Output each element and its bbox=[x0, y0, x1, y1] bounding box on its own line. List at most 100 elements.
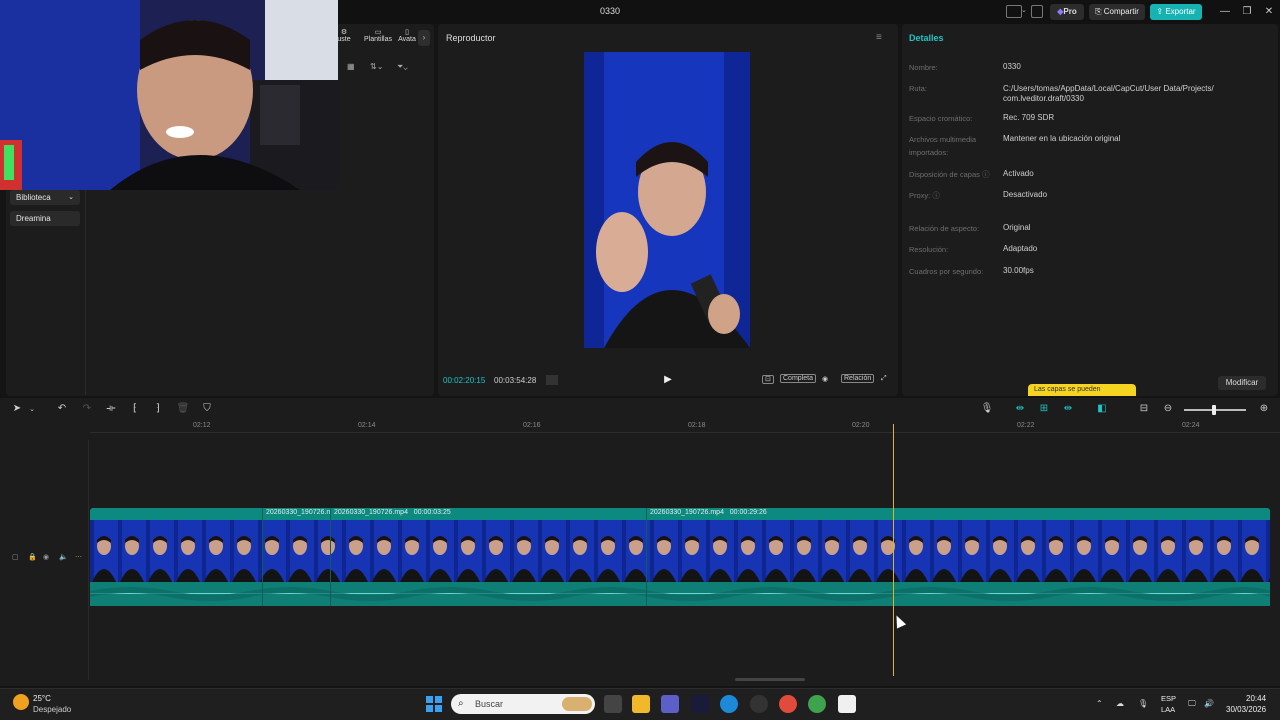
chrome-icon[interactable] bbox=[808, 695, 826, 713]
window-title: 0330 bbox=[599, 6, 621, 16]
snap-icon[interactable]: ⇹ bbox=[1061, 403, 1075, 414]
language-code[interactable]: ESP bbox=[1161, 694, 1176, 703]
chevron-up-icon[interactable]: ⌃ bbox=[1096, 699, 1103, 708]
weather-description[interactable]: Despejado bbox=[33, 705, 71, 714]
sort-icon[interactable]: ⇅⌄ bbox=[370, 62, 383, 71]
shortcuts-icon[interactable] bbox=[1031, 5, 1043, 18]
more-icon[interactable]: ⋯ bbox=[75, 553, 82, 561]
crop-icon[interactable]: ⊡ bbox=[762, 375, 774, 384]
cloud-icon[interactable]: ☁ bbox=[1116, 699, 1124, 708]
details-panel bbox=[902, 24, 1278, 396]
webcam-image bbox=[0, 0, 338, 190]
detail-label: Proxy: ⓘ bbox=[909, 191, 940, 200]
nav-item-biblioteca[interactable]: Biblioteca ⌄ bbox=[10, 190, 80, 205]
share-icon: ⎘ bbox=[1095, 7, 1104, 16]
horizontal-scrollbar[interactable] bbox=[735, 678, 805, 681]
close-icon[interactable]: ✕ bbox=[1262, 5, 1276, 19]
tab-avatares[interactable]: ▯ Avata bbox=[397, 28, 417, 43]
audio-waveform bbox=[89, 582, 1272, 606]
chevron-down-icon[interactable]: ⌄ bbox=[1021, 6, 1027, 14]
preview-axis-icon[interactable]: ◧ bbox=[1095, 403, 1109, 414]
clip-boundary[interactable] bbox=[330, 508, 331, 606]
shield-icon[interactable]: ⛉ bbox=[200, 403, 214, 414]
select-tool-icon[interactable]: ➤ bbox=[10, 403, 24, 414]
audio-icon[interactable]: 🔈 bbox=[59, 553, 68, 561]
modify-button[interactable]: Modificar bbox=[1218, 376, 1266, 390]
layers-hint-tooltip: Las capas se pueden bbox=[1028, 384, 1136, 396]
nav-item-dreamina[interactable]: Dreamina bbox=[10, 211, 80, 226]
screenshot-icon[interactable]: ◉ bbox=[822, 375, 828, 383]
clock-time[interactable]: 20:44 bbox=[1246, 694, 1266, 703]
eye-icon[interactable]: ◉ bbox=[43, 553, 49, 561]
clip-thumbnails[interactable] bbox=[90, 520, 1270, 582]
link-icon[interactable]: ⇹ bbox=[1013, 403, 1027, 414]
detail-value: Adaptado bbox=[1003, 244, 1038, 253]
template-icon: ▭ bbox=[374, 29, 382, 36]
share-button[interactable]: ⎘ Compartir bbox=[1089, 4, 1145, 20]
task-view-icon[interactable] bbox=[604, 695, 622, 713]
caption-icon[interactable]: ⊟ bbox=[1137, 403, 1151, 414]
zoom-in-icon[interactable]: ⊕ bbox=[1257, 403, 1271, 414]
keyboard-layout[interactable]: LAA bbox=[1161, 705, 1175, 714]
microphone-icon[interactable]: 🎙 bbox=[1138, 699, 1148, 708]
playhead[interactable] bbox=[893, 424, 894, 676]
windows-start-icon[interactable] bbox=[425, 695, 443, 713]
detail-label: Espacio cromático: bbox=[909, 114, 973, 123]
app-icon[interactable] bbox=[750, 695, 768, 713]
clip-label: 20260330_190726.mp4 00:00:29:26 bbox=[650, 509, 767, 516]
monitor-icon[interactable]: 🖵 bbox=[1188, 699, 1196, 709]
detail-value: Activado bbox=[1003, 169, 1034, 178]
volume-icon[interactable]: 🔊 bbox=[1204, 699, 1214, 708]
clock-date[interactable]: 30/03/2026 bbox=[1226, 705, 1266, 714]
trim-left-icon[interactable]: ⁅ bbox=[128, 403, 142, 414]
file-explorer-icon[interactable] bbox=[632, 695, 650, 713]
chrome-icon[interactable] bbox=[779, 695, 797, 713]
full-quality-button[interactable]: Completa bbox=[780, 374, 816, 383]
minimize-icon[interactable]: — bbox=[1218, 5, 1232, 19]
microphone-icon[interactable]: 🎙 bbox=[980, 403, 994, 414]
delete-icon[interactable]: 🗑 bbox=[176, 403, 190, 414]
grid-view-icon[interactable]: ▦ bbox=[347, 62, 355, 71]
weather-temperature[interactable]: 25°C bbox=[33, 694, 51, 703]
trim-right-icon[interactable]: ⁆ bbox=[151, 403, 165, 414]
detail-value: C:/Users/tomas/AppData/Local/CapCut/User… bbox=[1003, 84, 1214, 103]
detail-value: Mantener en la ubicación original bbox=[1003, 134, 1121, 143]
chevron-down-icon: ⌄ bbox=[68, 194, 74, 201]
nav-label: Biblioteca bbox=[16, 193, 51, 202]
pro-button[interactable]: ◆Pro bbox=[1050, 4, 1084, 20]
capcut-icon[interactable] bbox=[838, 695, 856, 713]
undo-icon[interactable]: ↶ bbox=[55, 403, 69, 414]
ruler-tick: 02:14 bbox=[358, 422, 376, 429]
redo-icon[interactable]: ↷ bbox=[80, 403, 94, 414]
filter-icon[interactable]: ⏷⌄ bbox=[397, 62, 408, 72]
layout-icon[interactable] bbox=[1006, 5, 1022, 18]
pro-label: Pro bbox=[1063, 7, 1077, 16]
play-button[interactable]: ▶ bbox=[662, 374, 674, 386]
cover-icon[interactable]: ▢ bbox=[12, 553, 19, 561]
clip-boundary[interactable] bbox=[646, 508, 647, 606]
zoom-out-icon[interactable]: ⊖ bbox=[1161, 403, 1175, 414]
split-icon[interactable]: ⟛ bbox=[104, 403, 118, 414]
teams-icon[interactable] bbox=[661, 695, 679, 713]
player-title: Reproductor bbox=[446, 33, 496, 43]
edge-icon[interactable] bbox=[720, 695, 738, 713]
chevron-right-icon[interactable]: › bbox=[418, 30, 430, 46]
export-button[interactable]: ⇪ Exportar bbox=[1150, 4, 1202, 20]
ruler-tick: 02:16 bbox=[523, 422, 541, 429]
clip-boundary[interactable] bbox=[262, 508, 263, 606]
app-icon[interactable] bbox=[691, 695, 709, 713]
restore-icon[interactable]: ❐ bbox=[1240, 5, 1254, 19]
zoom-slider-handle[interactable] bbox=[1212, 405, 1216, 415]
video-preview[interactable] bbox=[584, 52, 750, 348]
weather-icon[interactable] bbox=[13, 694, 29, 710]
time-ruler[interactable] bbox=[90, 432, 1280, 433]
timecode-icon[interactable] bbox=[546, 375, 558, 385]
fullscreen-icon[interactable]: ⤢ bbox=[881, 375, 887, 383]
ratio-button[interactable]: Relación bbox=[841, 374, 875, 383]
magnet-icon[interactable]: ⊞ bbox=[1037, 403, 1051, 414]
lock-icon[interactable]: 🔒 bbox=[28, 553, 37, 561]
chevron-down-icon[interactable]: ⌄ bbox=[25, 405, 39, 413]
menu-icon[interactable]: ≡ bbox=[876, 32, 882, 43]
tab-plantillas[interactable]: ▭ Plantillas bbox=[361, 28, 395, 43]
preview-image bbox=[584, 52, 750, 348]
